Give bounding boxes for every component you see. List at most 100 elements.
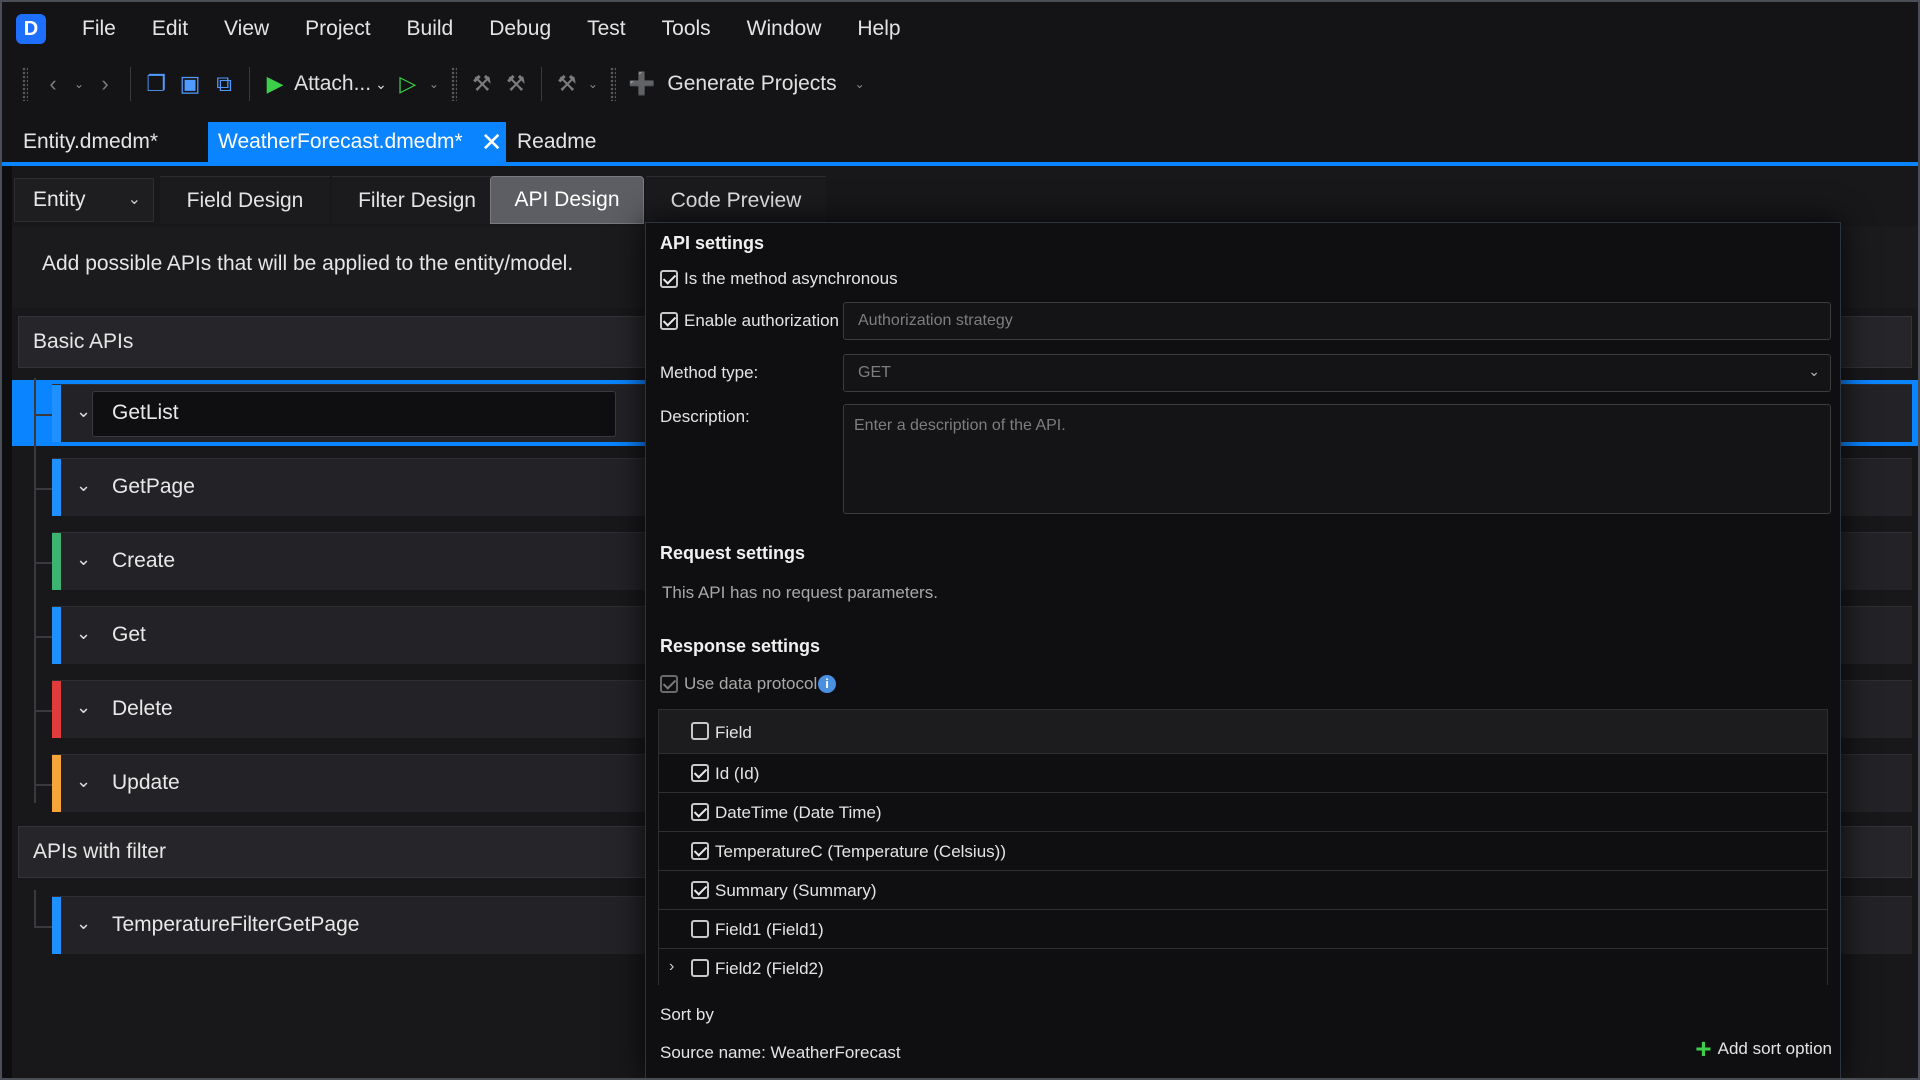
toolbar-grip[interactable] xyxy=(450,67,457,101)
api-color-bar xyxy=(52,607,61,664)
tree-tick xyxy=(34,784,52,786)
api-color-bar xyxy=(52,897,61,954)
attach-dropdown-icon[interactable]: ⌄ xyxy=(371,76,391,93)
forward-icon[interactable]: › xyxy=(88,64,122,104)
api-design-subtitle: Add possible APIs that will be applied t… xyxy=(42,252,574,275)
run-without-debug-icon[interactable]: ▷ xyxy=(391,64,425,104)
menu-project[interactable]: Project xyxy=(287,2,388,56)
build-dropdown-icon[interactable]: ⌄ xyxy=(584,77,602,91)
tree-tick xyxy=(34,926,52,928)
toolbar: ‹ ⌄ › ❐ ▣ ⧉ ▶ Attach... ⌄ ▷ ⌄ ⚒ ⚒ ⚒ ⌄ ➕ … xyxy=(2,56,1918,112)
chevron-down-icon[interactable]: ⌄ xyxy=(76,623,91,644)
menu-window[interactable]: Window xyxy=(729,2,840,56)
chevron-down-icon[interactable]: ⌄ xyxy=(76,475,91,496)
authorization-strategy-placeholder: Authorization strategy xyxy=(858,312,1013,329)
menu-debug[interactable]: Debug xyxy=(471,2,569,56)
api-color-bar xyxy=(52,459,61,516)
build-hammer-icon[interactable]: ⚒ xyxy=(465,64,499,104)
tab-label: Code Preview xyxy=(670,188,802,212)
attach-button[interactable]: Attach... xyxy=(294,72,371,96)
field-checkbox[interactable] xyxy=(691,959,709,977)
tree-tick xyxy=(34,414,52,416)
async-label: Is the method asynchronous xyxy=(684,269,898,288)
menu-edit[interactable]: Edit xyxy=(134,2,206,56)
api-settings-title: API settings xyxy=(660,233,765,253)
info-icon[interactable]: i xyxy=(818,675,836,693)
menu-help[interactable]: Help xyxy=(839,2,918,56)
rebuild-icon[interactable]: ⚒ xyxy=(499,64,533,104)
tree-tick xyxy=(34,562,52,564)
table-row[interactable]: › Field2 (Field2) xyxy=(659,949,1827,988)
table-row[interactable]: TemperatureC (Temperature (Celsius)) xyxy=(659,832,1827,871)
async-checkbox[interactable] xyxy=(660,270,678,288)
description-placeholder: Enter a description of the API. xyxy=(854,417,1066,434)
toolbar-separator xyxy=(540,67,542,101)
toolbar-grip[interactable] xyxy=(609,67,616,101)
app-logo-icon: D xyxy=(16,14,46,44)
generate-projects-icon[interactable]: ➕ xyxy=(624,64,659,104)
tab-filter-design[interactable]: Filter Design xyxy=(332,176,502,224)
chevron-down-icon: ⌄ xyxy=(1808,363,1820,379)
clean-icon[interactable]: ⚒ xyxy=(550,64,584,104)
field-checkbox[interactable] xyxy=(691,803,709,821)
api-name: Delete xyxy=(112,697,173,720)
toolbar-separator xyxy=(130,67,132,101)
chevron-down-icon[interactable]: ⌄ xyxy=(76,697,91,718)
app-window: D File Edit View Project Build Debug Tes… xyxy=(0,0,1920,1080)
back-icon[interactable]: ‹ xyxy=(36,64,70,104)
menu-view[interactable]: View xyxy=(206,2,287,56)
tab-api-design[interactable]: API Design xyxy=(490,176,644,224)
doc-tab-label: Entity.dmedm* xyxy=(23,130,158,153)
menu-test[interactable]: Test xyxy=(569,2,644,56)
select-all-fields-checkbox[interactable] xyxy=(691,722,709,740)
field-label: Id (Id) xyxy=(715,764,760,783)
save-icon[interactable]: ▣ xyxy=(173,64,207,104)
doc-tab-entity[interactable]: Entity.dmedm* xyxy=(13,122,168,162)
close-tab-icon[interactable]: ✕ xyxy=(481,129,503,155)
field-checkbox[interactable] xyxy=(691,842,709,860)
field-label: TemperatureC (Temperature (Celsius)) xyxy=(715,842,1006,861)
api-color-bar xyxy=(52,681,61,738)
tab-label: API Design xyxy=(514,188,620,211)
chevron-down-icon[interactable]: ⌄ xyxy=(76,913,91,934)
doc-tab-weatherforecast[interactable]: WeatherForecast.dmedm* ✕ xyxy=(208,122,506,162)
attach-play-icon[interactable]: ▶ xyxy=(258,64,292,104)
new-file-icon[interactable]: ❐ xyxy=(139,64,173,104)
generate-dropdown-icon[interactable]: ⌄ xyxy=(851,77,869,91)
menu-file[interactable]: File xyxy=(64,2,134,56)
menu-build[interactable]: Build xyxy=(389,2,472,56)
chevron-right-icon[interactable]: › xyxy=(669,958,674,976)
method-type-select[interactable]: GET ⌄ xyxy=(843,354,1831,392)
chevron-down-icon[interactable]: ⌄ xyxy=(76,549,91,570)
tab-code-preview[interactable]: Code Preview xyxy=(646,176,826,224)
field-checkbox[interactable] xyxy=(691,881,709,899)
use-data-protocol-checkbox[interactable] xyxy=(660,675,678,693)
tab-field-design[interactable]: Field Design xyxy=(160,176,330,224)
menu-tools[interactable]: Tools xyxy=(644,2,729,56)
table-row[interactable]: Summary (Summary) xyxy=(659,871,1827,910)
back-dropdown-icon[interactable]: ⌄ xyxy=(70,77,88,91)
chevron-down-icon[interactable]: ⌄ xyxy=(76,401,91,422)
document-tab-bar: Entity.dmedm* WeatherForecast.dmedm* ✕ R… xyxy=(2,112,1918,166)
table-row[interactable]: Id (Id) xyxy=(659,754,1827,793)
table-row[interactable]: DateTime (Date Time) xyxy=(659,793,1827,832)
add-sort-option-button[interactable]: + Add sort option xyxy=(1695,1035,1832,1063)
field-column-header: Field xyxy=(715,723,752,742)
authorization-strategy-input[interactable]: Authorization strategy xyxy=(843,302,1831,340)
group-title: APIs with filter xyxy=(33,840,167,863)
description-textarea[interactable]: Enter a description of the API. xyxy=(843,404,1831,514)
add-sort-option-label: Add sort option xyxy=(1717,1039,1832,1058)
api-name: TemperatureFilterGetPage xyxy=(112,913,360,936)
chevron-down-icon[interactable]: ⌄ xyxy=(76,771,91,792)
generate-projects-button[interactable]: Generate Projects xyxy=(667,72,836,96)
save-all-icon[interactable]: ⧉ xyxy=(207,64,241,104)
table-row[interactable]: Field1 (Field1) xyxy=(659,910,1827,949)
toolbar-grip[interactable] xyxy=(22,67,28,101)
enable-authorization-checkbox[interactable] xyxy=(660,312,678,330)
doc-tab-readme[interactable]: Readme xyxy=(507,122,606,162)
field-checkbox[interactable] xyxy=(691,764,709,782)
field-checkbox[interactable] xyxy=(691,920,709,938)
run-dropdown-icon[interactable]: ⌄ xyxy=(425,77,443,91)
tab-label: Field Design xyxy=(186,188,304,212)
entity-select[interactable]: Entity ⌄ xyxy=(14,178,154,222)
